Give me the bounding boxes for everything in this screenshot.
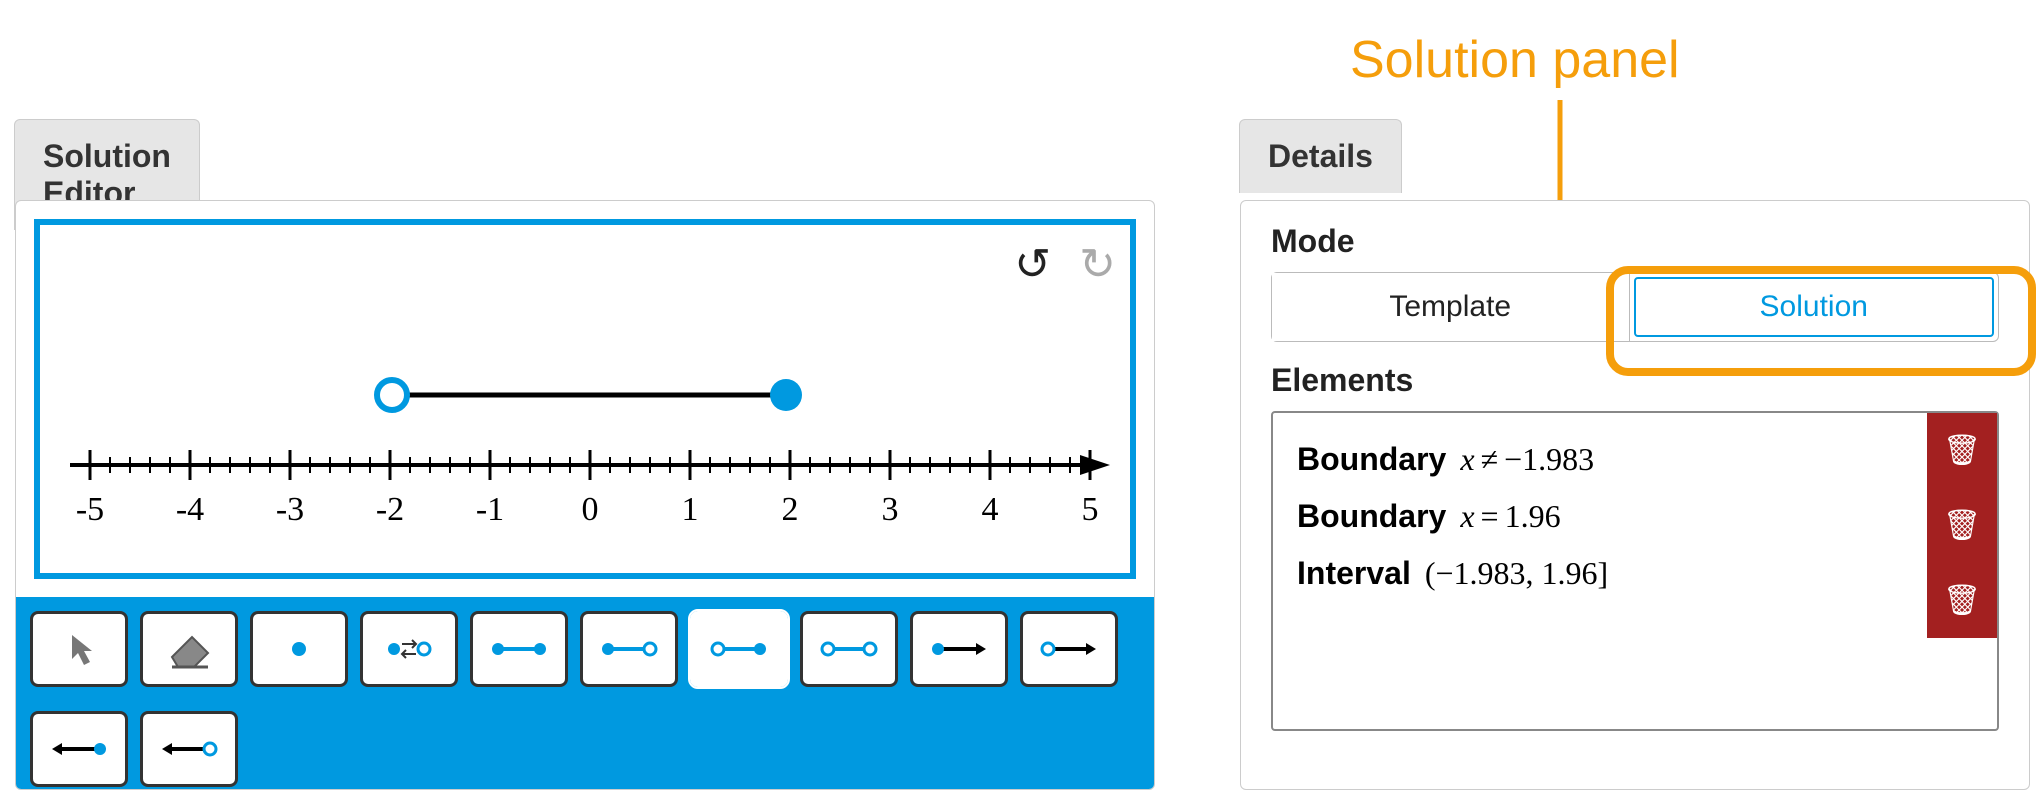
element-kind: Boundary bbox=[1297, 498, 1446, 535]
svg-text:0: 0 bbox=[582, 491, 599, 528]
svg-text:-2: -2 bbox=[376, 491, 404, 528]
delete-button[interactable]: 🗑 bbox=[1927, 413, 1997, 488]
svg-text:3: 3 bbox=[882, 491, 899, 528]
number-line-canvas[interactable]: ↺ ↻ -5 -4 -3 -2 -1 0 1 2 3 4 5 bbox=[34, 219, 1136, 579]
number-line-icon: -5 -4 -3 -2 -1 0 1 2 3 4 5 bbox=[50, 295, 1120, 555]
template-mode-button[interactable]: Template bbox=[1272, 273, 1630, 341]
mode-label: Mode bbox=[1271, 223, 1999, 260]
mode-toggle: Template Solution bbox=[1271, 272, 1999, 342]
element-row[interactable]: Interval (−1.983, 1.96] bbox=[1273, 545, 1997, 602]
closed-closed-tool[interactable] bbox=[470, 611, 568, 687]
svg-text:2: 2 bbox=[782, 491, 799, 528]
element-expr: x≠−1.983 bbox=[1460, 441, 1594, 478]
delete-button[interactable]: 🗑 bbox=[1927, 563, 1997, 638]
elements-label: Elements bbox=[1271, 362, 1999, 399]
open-ray-right-tool[interactable] bbox=[1020, 611, 1118, 687]
open-ray-left-tool[interactable] bbox=[140, 711, 238, 787]
pointer-tool[interactable] bbox=[30, 611, 128, 687]
open-closed-tool[interactable] bbox=[690, 611, 788, 687]
undo-icon[interactable]: ↺ bbox=[1014, 239, 1051, 290]
toggle-point-tool[interactable] bbox=[360, 611, 458, 687]
redo-icon[interactable]: ↻ bbox=[1079, 239, 1116, 290]
annotation-label: Solution panel bbox=[1350, 30, 1680, 90]
details-panel: Mode Template Solution Elements Boundary… bbox=[1240, 200, 2030, 790]
closed-open-tool[interactable] bbox=[580, 611, 678, 687]
closed-ray-right-tool[interactable] bbox=[910, 611, 1008, 687]
svg-text:-3: -3 bbox=[276, 491, 304, 528]
element-row[interactable]: Boundary x≠−1.983 bbox=[1273, 431, 1997, 488]
element-expr: x=1.96 bbox=[1460, 498, 1560, 535]
svg-text:5: 5 bbox=[1082, 491, 1099, 528]
svg-text:4: 4 bbox=[982, 491, 999, 528]
open-open-tool[interactable] bbox=[800, 611, 898, 687]
element-expr: (−1.983, 1.96] bbox=[1425, 555, 1608, 592]
delete-button[interactable]: 🗑 bbox=[1927, 488, 1997, 563]
trash-icon: 🗑 bbox=[1943, 583, 1981, 618]
element-kind: Interval bbox=[1297, 555, 1411, 592]
eraser-tool[interactable] bbox=[140, 611, 238, 687]
details-tab: Details bbox=[1239, 119, 1402, 193]
solution-mode-button[interactable]: Solution bbox=[1634, 277, 1995, 337]
trash-icon: 🗑 bbox=[1943, 433, 1981, 468]
closed-point-tool[interactable] bbox=[250, 611, 348, 687]
element-kind: Boundary bbox=[1297, 441, 1446, 478]
toolbar bbox=[16, 597, 1154, 790]
trash-icon: 🗑 bbox=[1943, 508, 1981, 543]
solution-editor-panel: ↺ ↻ -5 -4 -3 -2 -1 0 1 2 3 4 5 bbox=[15, 200, 1155, 790]
elements-list: Boundary x≠−1.983 Boundary x=1.96 Interv… bbox=[1271, 411, 1999, 731]
element-row[interactable]: Boundary x=1.96 bbox=[1273, 488, 1997, 545]
svg-text:-5: -5 bbox=[76, 491, 104, 528]
svg-text:1: 1 bbox=[682, 491, 699, 528]
svg-text:-1: -1 bbox=[476, 491, 504, 528]
svg-text:-4: -4 bbox=[176, 491, 204, 528]
closed-ray-left-tool[interactable] bbox=[30, 711, 128, 787]
